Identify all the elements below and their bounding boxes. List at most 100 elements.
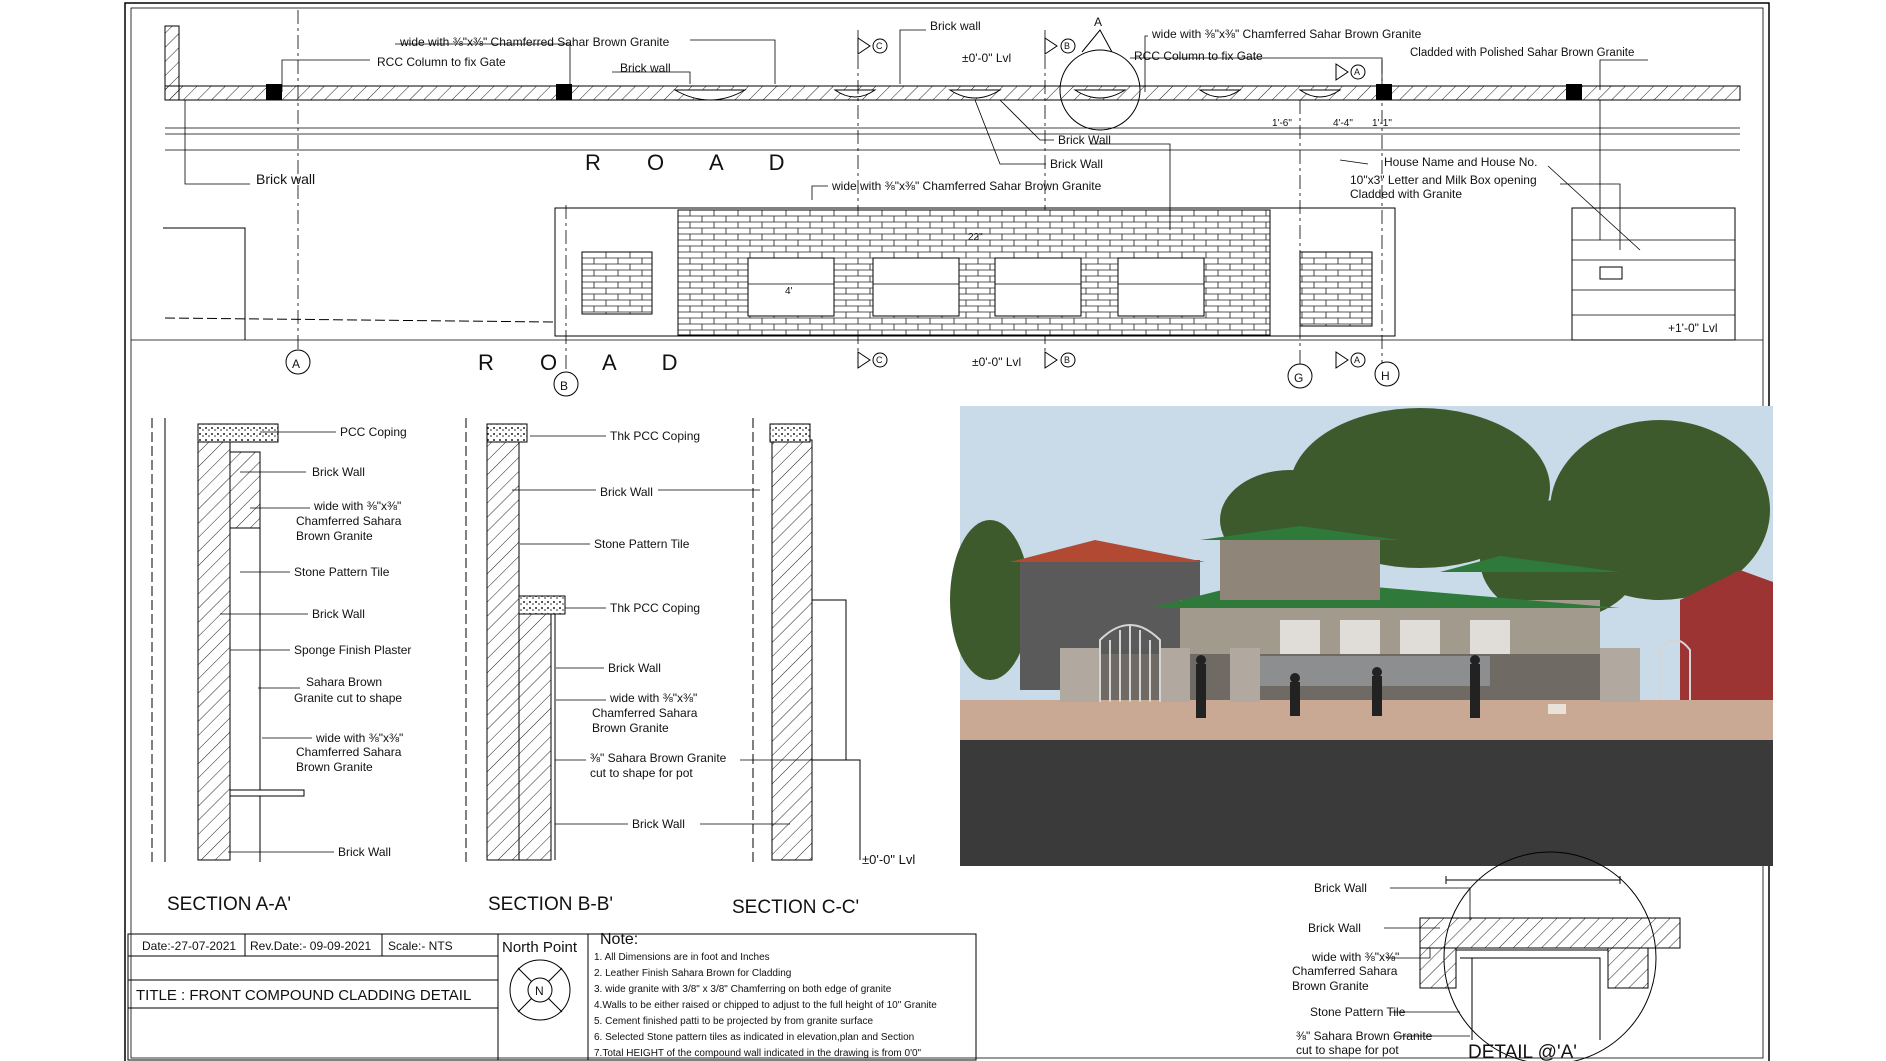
svg-text:Chamferred Sahara: Chamferred Sahara: [296, 514, 402, 528]
section-aa-title: SECTION A-A': [167, 894, 291, 915]
grid-a-text: A: [292, 357, 300, 371]
note-6: 6. Selected Stone pattern tiles as indic…: [594, 1032, 914, 1043]
grid-g-text: G: [1294, 371, 1303, 385]
svg-text:A: A: [1354, 355, 1360, 365]
rcc-column-right: [1566, 84, 1582, 100]
section-a-marker: A: [1094, 15, 1102, 29]
dim-4-4: 4'-4": [1333, 118, 1353, 129]
pcc-coping-aa: [197, 423, 279, 443]
svg-text:Chamferred Sahara: Chamferred Sahara: [1292, 964, 1398, 978]
road-label-lower: R O A D: [478, 350, 697, 375]
label-brick-wall-mid1: Brick Wall: [1058, 133, 1111, 147]
svg-text:Brick Wall: Brick Wall: [1314, 881, 1367, 895]
grid-b-text: B: [560, 379, 568, 393]
svg-text:Brick Wall: Brick Wall: [312, 465, 365, 479]
rev-date-text: Rev.Date:- 09-09-2021: [250, 939, 372, 953]
plan-wall-band: [164, 85, 1741, 101]
note-1: 1. All Dimensions are in foot and Inches: [594, 952, 770, 963]
section-c-c: [752, 418, 861, 862]
dim-1-6: 1'-6": [1272, 118, 1292, 129]
scale-text: Scale:- NTS: [388, 939, 453, 953]
svg-text:Granite cut to shape: Granite cut to shape: [294, 691, 402, 705]
svg-text:Chamferred Sahara: Chamferred Sahara: [296, 745, 402, 759]
label-level-bottom: ±0'-0" Lvl: [972, 355, 1021, 369]
label-level-top: ±0'-0" Lvl: [962, 51, 1011, 65]
north-letter: N: [535, 984, 544, 998]
detail-a: [1419, 851, 1681, 1061]
label-brick-wall-left: Brick wall: [256, 171, 315, 187]
north-point-label: North Point: [502, 939, 578, 956]
section-a-a: [151, 418, 305, 862]
section-b-b: [465, 418, 566, 862]
svg-text:wide with ⅜"x⅜": wide with ⅜"x⅜": [313, 499, 401, 513]
svg-text:Brown Granite: Brown Granite: [296, 529, 373, 543]
svg-text:Brown Granite: Brown Granite: [592, 721, 669, 735]
svg-text:Sponge Finish Plaster: Sponge Finish Plaster: [294, 643, 411, 657]
label-rcc-left: RCC Column to fix Gate: [377, 55, 506, 69]
section-cc-title: SECTION C-C': [732, 897, 859, 918]
label-rcc-right: RCC Column to fix Gate: [1134, 49, 1263, 63]
label-house-name: House Name and House No.: [1384, 155, 1537, 169]
pcc-coping-bb-top: [486, 423, 528, 443]
svg-text:Brown Granite: Brown Granite: [296, 760, 373, 774]
grid-h-text: H: [1381, 369, 1390, 383]
svg-text:B: B: [1064, 355, 1070, 365]
dim-22: 22": [968, 232, 983, 243]
svg-text:Brick Wall: Brick Wall: [312, 607, 365, 621]
svg-text:wide with ⅜"x⅜": wide with ⅜"x⅜": [1311, 950, 1399, 964]
dim-1-1: 1'-1": [1372, 118, 1392, 129]
svg-text:Stone Pattern Tile: Stone Pattern Tile: [294, 565, 390, 579]
note-7: 7.Total HEIGHT of the compound wall indi…: [594, 1048, 922, 1059]
svg-text:PCC Coping: PCC Coping: [340, 425, 407, 439]
svg-text:wide with ⅜"x⅜": wide with ⅜"x⅜": [315, 731, 403, 745]
rcc-column-gate-right: [1376, 84, 1392, 100]
front-elevation: [163, 207, 1736, 341]
svg-text:Brick Wall: Brick Wall: [338, 845, 391, 859]
detail-title: DETAIL @'A': [1468, 1042, 1577, 1061]
svg-text:Brick Wall: Brick Wall: [632, 817, 685, 831]
pcc-coping-bb-mid: [518, 595, 566, 615]
label-brick-wall-mid2: Brick Wall: [1050, 157, 1103, 171]
svg-text:Chamferred Sahara: Chamferred Sahara: [592, 706, 698, 720]
svg-text:Brown Granite: Brown Granite: [1292, 979, 1369, 993]
label-cladded-right: Cladded with Polished Sahar Brown Granit…: [1410, 47, 1634, 59]
section-bb-title: SECTION B-B': [488, 894, 613, 915]
svg-text:A: A: [1354, 67, 1360, 77]
letter-box-opening: [1599, 266, 1623, 280]
svg-text:Thk PCC Coping: Thk PCC Coping: [610, 601, 700, 615]
svg-text:C: C: [876, 41, 883, 51]
note-5: 5. Cement finished patti to be projected…: [594, 1016, 873, 1027]
svg-text:cut to shape for pot: cut to shape for pot: [1296, 1043, 1399, 1057]
plan-view: R O A D R O A D A B G H A C B C B AA wid…: [131, 10, 1763, 397]
svg-text:Brick Wall: Brick Wall: [608, 661, 661, 675]
dim-4: 4': [785, 286, 793, 297]
road-label: R O A D: [585, 150, 804, 175]
render-road: [960, 740, 1773, 866]
label-brick-wall-center: Brick wall: [930, 19, 981, 33]
svg-text:Thk PCC Coping: Thk PCC Coping: [610, 429, 700, 443]
drawing-title: TITLE : FRONT COMPOUND CLADDING DETAIL: [136, 987, 471, 1004]
label-cladded-granite: Cladded with Granite: [1350, 187, 1462, 201]
svg-text:⅜" Sahara Brown Granite: ⅜" Sahara Brown Granite: [590, 751, 727, 765]
note-4: 4.Walls to be either raised or chipped t…: [594, 1000, 937, 1011]
notes-heading: Note:: [600, 931, 638, 948]
label-level-cc: ±0'-0" Lvl: [862, 852, 915, 867]
svg-text:Stone Pattern Tile: Stone Pattern Tile: [594, 537, 690, 551]
render-view: [950, 406, 1773, 866]
note-3: 3. wide granite with 3/8" x 3/8" Chamfer…: [594, 984, 892, 995]
label-level-right: +1'-0" Lvl: [1668, 321, 1718, 335]
date-text: Date:-27-07-2021: [142, 939, 236, 953]
svg-text:Brick Wall: Brick Wall: [600, 485, 653, 499]
drawing-sheet: R O A D R O A D A B G H A C B C B AA wid…: [124, 2, 1773, 1061]
svg-text:C: C: [876, 355, 883, 365]
rcc-column-left: [266, 84, 282, 100]
label-chamfer-top-left: wide with ⅜"x⅜" Chamferred Sahar Brown G…: [399, 35, 670, 49]
label-chamfer-top-right: wide with ⅜"x⅜" Chamferred Sahar Brown G…: [1151, 27, 1422, 41]
label-brick-wall-top: Brick wall: [620, 61, 671, 75]
svg-text:wide with ⅜"x⅜": wide with ⅜"x⅜": [609, 691, 697, 705]
svg-text:cut to shape for pot: cut to shape for pot: [590, 766, 693, 780]
note-2: 2. Leather Finish Sahara Brown for Cladd…: [594, 968, 791, 979]
svg-text:B: B: [1064, 41, 1070, 51]
svg-text:Brick Wall: Brick Wall: [1308, 921, 1361, 935]
label-chamfer-elev: wide with ⅜"x⅜" Chamferred Sahar Brown G…: [831, 179, 1102, 193]
